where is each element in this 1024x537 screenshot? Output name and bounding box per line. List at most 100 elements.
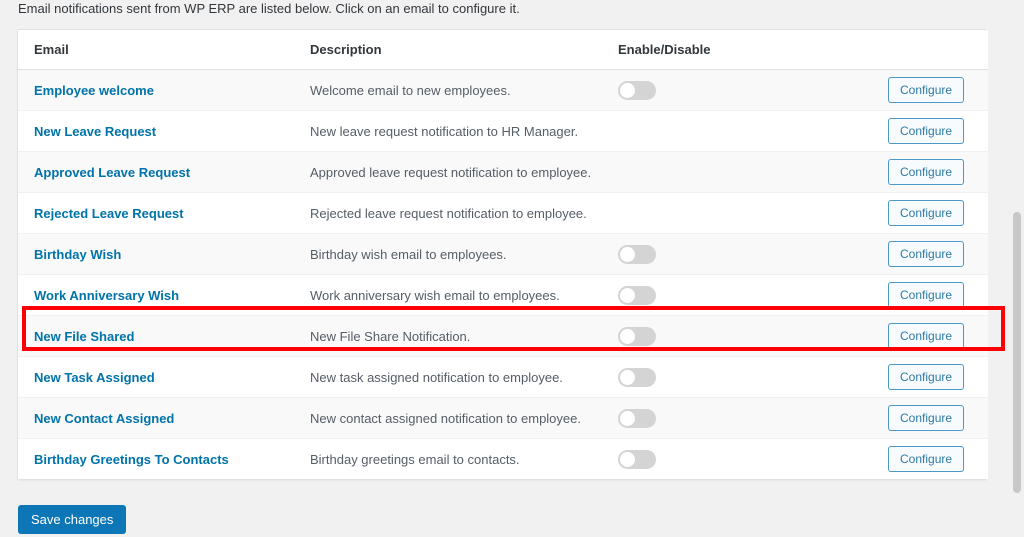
table-row: Approved Leave Request Approved leave req… xyxy=(18,151,988,193)
cell-action: Configure xyxy=(888,233,988,275)
cell-enable-disable xyxy=(618,356,888,398)
email-notifications-panel: Email Description Enable/Disable Employe… xyxy=(17,29,988,480)
cell-description: Welcome email to new employees. xyxy=(310,69,618,111)
email-description-text: Birthday greetings email to contacts. xyxy=(310,451,520,467)
intro-description: Email notifications sent from WP ERP are… xyxy=(18,1,520,16)
table-row: New Task Assigned New task assigned notif… xyxy=(18,356,988,398)
email-name-link[interactable]: New File Shared xyxy=(34,329,134,344)
cell-enable-disable xyxy=(618,233,888,275)
email-name-link[interactable]: New Task Assigned xyxy=(34,370,155,385)
email-name-link[interactable]: Approved Leave Request xyxy=(34,165,190,180)
cell-enable-disable xyxy=(618,397,888,439)
enable-disable-toggle[interactable] xyxy=(618,244,656,264)
email-name-link[interactable]: Employee welcome xyxy=(34,83,154,98)
cell-action: Configure xyxy=(888,315,988,357)
cell-action: Configure xyxy=(888,110,988,152)
configure-button[interactable]: Configure xyxy=(888,323,965,349)
cell-action: Configure xyxy=(888,274,988,316)
email-name-link[interactable]: New Contact Assigned xyxy=(34,411,174,426)
column-header-email: Email xyxy=(18,30,310,70)
table-row: Work Anniversary Wish Work anniversary wi… xyxy=(18,274,988,316)
cell-email: New Task Assigned xyxy=(18,356,310,398)
configure-button[interactable]: Configure xyxy=(888,405,965,431)
configure-button[interactable]: Configure xyxy=(888,364,965,390)
cell-enable-disable xyxy=(618,69,888,111)
enable-disable-toggle[interactable] xyxy=(618,326,656,346)
table-row: New Leave Request New leave request notif… xyxy=(18,110,988,152)
configure-button[interactable]: Configure xyxy=(888,200,965,226)
email-name-link[interactable]: Birthday Greetings To Contacts xyxy=(34,452,229,467)
cell-enable-disable xyxy=(618,315,888,357)
table-row: New Contact Assigned New contact assigned… xyxy=(18,397,988,439)
column-header-description: Description xyxy=(310,30,618,70)
cell-email: Employee welcome xyxy=(18,69,310,111)
configure-button[interactable]: Configure xyxy=(888,446,965,472)
toggle-knob xyxy=(620,246,635,262)
cell-email: Work Anniversary Wish xyxy=(18,274,310,316)
table-row: Birthday Wish Birthday wish email to empl… xyxy=(18,233,988,275)
email-description-text: Welcome email to new employees. xyxy=(310,82,511,98)
email-description-text: Rejected leave request notification to e… xyxy=(310,205,587,221)
email-description-text: New File Share Notification. xyxy=(310,328,471,344)
enable-disable-toggle[interactable] xyxy=(618,285,656,305)
configure-button[interactable]: Configure xyxy=(888,118,965,144)
cell-description: Rejected leave request notification to e… xyxy=(310,192,618,234)
cell-action: Configure xyxy=(888,397,988,439)
cell-description: New leave request notification to HR Man… xyxy=(310,110,618,152)
table-body: Employee welcome Welcome email to new emp… xyxy=(18,69,988,480)
enable-disable-toggle[interactable] xyxy=(618,367,656,387)
cell-email: Approved Leave Request xyxy=(18,151,310,193)
cell-action: Configure xyxy=(888,192,988,234)
cell-enable-disable xyxy=(618,110,888,152)
email-name-link[interactable]: Birthday Wish xyxy=(34,247,121,262)
page-scrollbar[interactable] xyxy=(1009,0,1024,537)
cell-description: New contact assigned notification to emp… xyxy=(310,397,618,439)
save-changes-button[interactable]: Save changes xyxy=(18,505,127,534)
email-name-link[interactable]: Work Anniversary Wish xyxy=(34,288,179,303)
email-name-link[interactable]: New Leave Request xyxy=(34,124,156,139)
email-description-text: Birthday wish email to employees. xyxy=(310,246,507,262)
table-row: Rejected Leave Request Rejected leave req… xyxy=(18,192,988,234)
configure-button[interactable]: Configure xyxy=(888,241,965,267)
email-description-text: New contact assigned notification to emp… xyxy=(310,410,581,426)
column-header-enable-disable: Enable/Disable xyxy=(618,30,888,70)
cell-enable-disable xyxy=(618,274,888,316)
configure-button[interactable]: Configure xyxy=(888,77,965,103)
email-description-text: New task assigned notification to employ… xyxy=(310,369,563,385)
email-description-text: New leave request notification to HR Man… xyxy=(310,123,579,139)
cell-action: Configure xyxy=(888,69,988,111)
enable-disable-toggle[interactable] xyxy=(618,80,656,100)
email-notifications-table: Email Description Enable/Disable Employe… xyxy=(18,30,988,479)
table-row: New File Shared New File Share Notificati… xyxy=(18,315,988,357)
email-description-text: Approved leave request notification to e… xyxy=(310,164,592,180)
page-scrollbar-thumb[interactable] xyxy=(1013,212,1021,493)
cell-email: Birthday Wish xyxy=(18,233,310,275)
cell-description: Work anniversary wish email to employees… xyxy=(310,274,618,316)
configure-button[interactable]: Configure xyxy=(888,159,965,185)
enable-disable-toggle[interactable] xyxy=(618,449,656,469)
cell-enable-disable xyxy=(618,151,888,193)
toggle-knob xyxy=(620,451,635,467)
cell-email: New Leave Request xyxy=(18,110,310,152)
configure-button[interactable]: Configure xyxy=(888,282,965,308)
table-row: Birthday Greetings To Contacts Birthday g… xyxy=(18,438,988,480)
cell-description: Birthday wish email to employees. xyxy=(310,233,618,275)
table-header-row: Email Description Enable/Disable xyxy=(18,30,988,70)
toggle-knob xyxy=(620,410,635,426)
cell-description: Approved leave request notification to e… xyxy=(310,151,618,193)
cell-description: New task assigned notification to employ… xyxy=(310,356,618,398)
toggle-knob xyxy=(620,369,635,385)
email-name-link[interactable]: Rejected Leave Request xyxy=(34,206,184,221)
enable-disable-toggle[interactable] xyxy=(618,408,656,428)
cell-email: New File Shared xyxy=(18,315,310,357)
table-header: Email Description Enable/Disable xyxy=(18,30,988,70)
cell-action: Configure xyxy=(888,356,988,398)
toggle-knob xyxy=(620,82,635,98)
cell-action: Configure xyxy=(888,439,988,480)
cell-action: Configure xyxy=(888,151,988,193)
cell-enable-disable xyxy=(618,192,888,234)
cell-email: Rejected Leave Request xyxy=(18,192,310,234)
cell-email: New Contact Assigned xyxy=(18,397,310,439)
toggle-knob xyxy=(620,287,635,303)
email-description-text: Work anniversary wish email to employees… xyxy=(310,287,560,303)
